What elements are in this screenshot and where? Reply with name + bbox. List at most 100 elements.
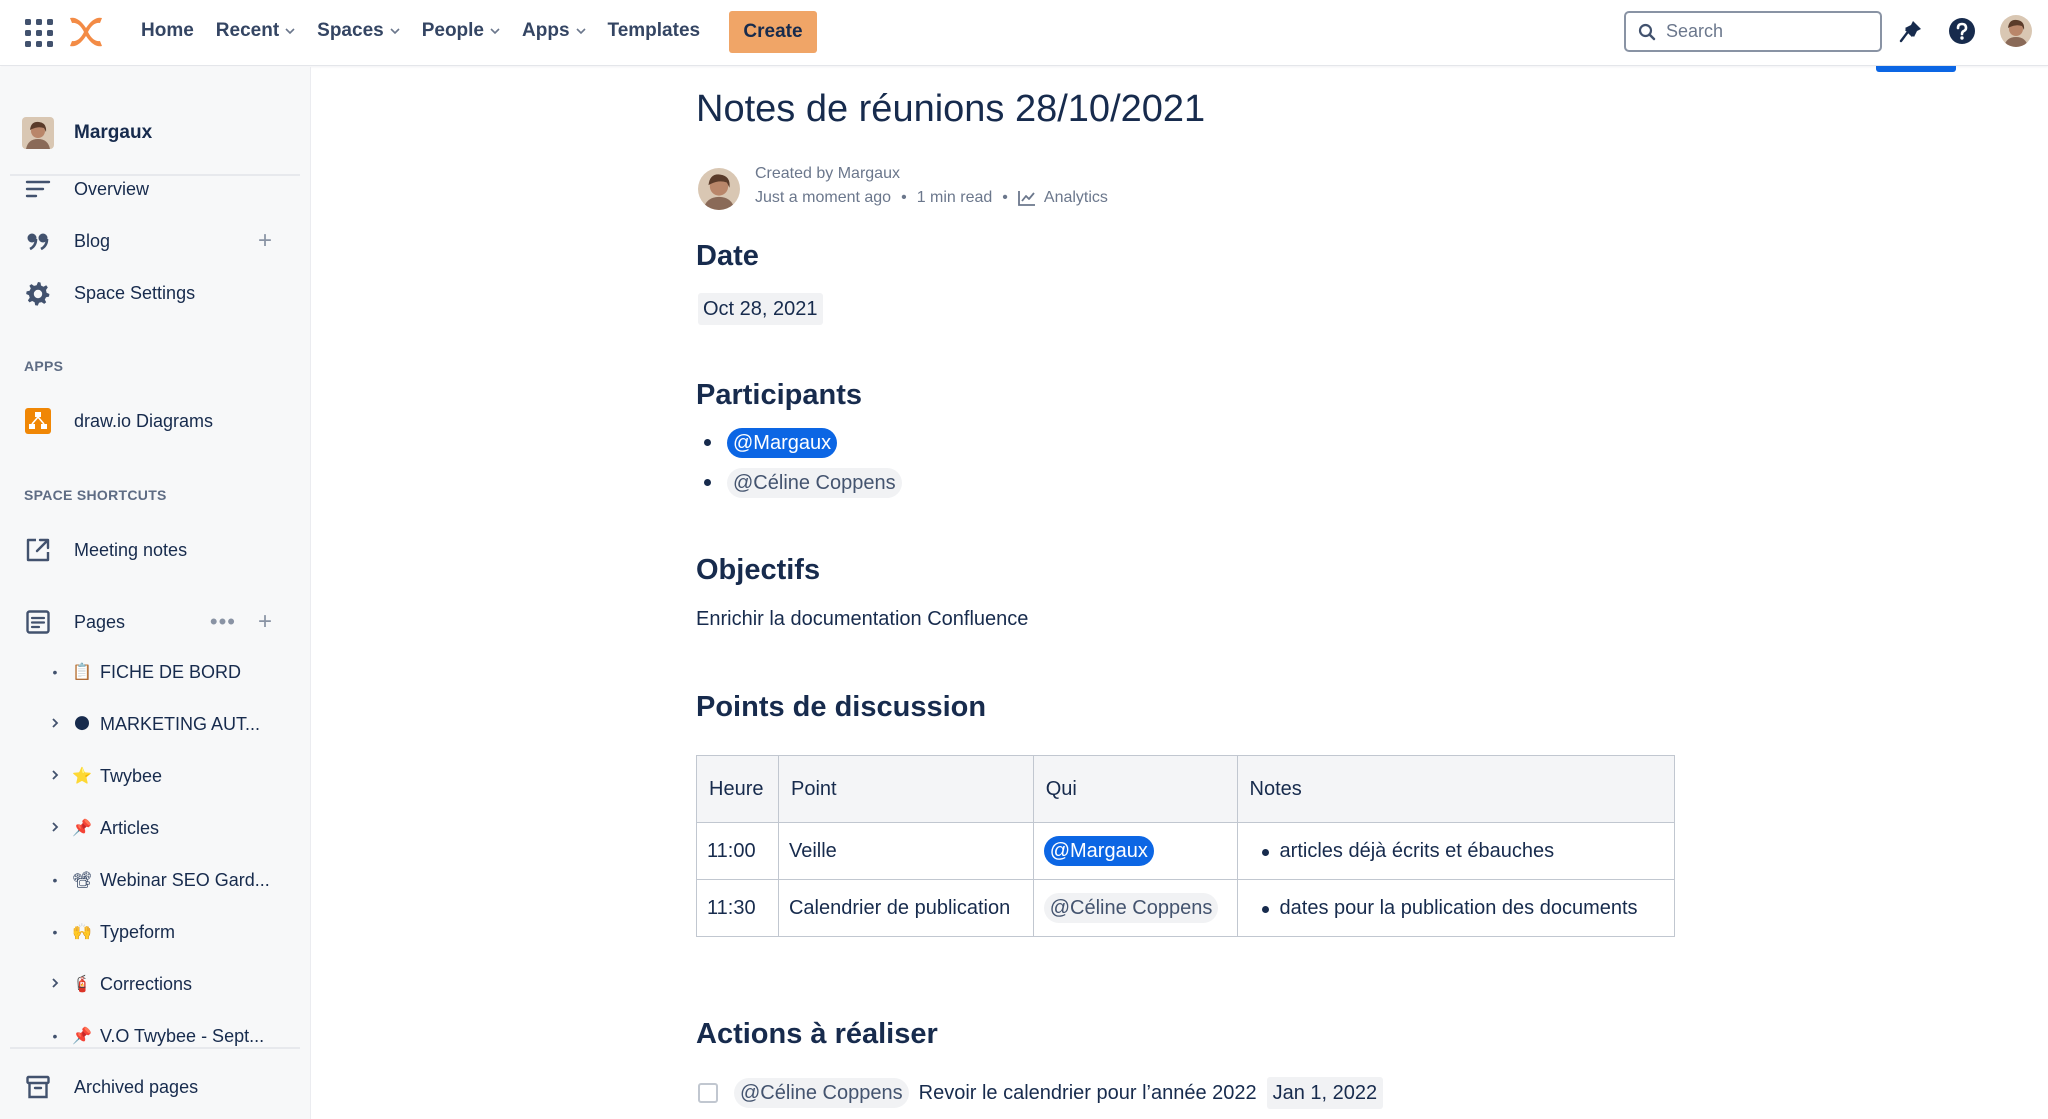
sidebar-item-label: Meeting notes — [74, 539, 188, 560]
analytics-link[interactable]: Analytics — [1017, 189, 1108, 207]
user-mention[interactable]: @Céline Coppens — [1043, 893, 1219, 923]
chevron-right-icon[interactable] — [48, 768, 62, 784]
space-shortcuts-heading: SPACE SHORTCUTS — [24, 487, 167, 503]
page-tree-item[interactable]: 🧯 Corrections — [40, 964, 300, 1004]
sidebar-item-blog[interactable]: Blog + — [10, 219, 300, 263]
sidebar-item-label: Blog — [74, 230, 111, 251]
table-row: 11:30 Calendrier de publication @Céline … — [696, 879, 1676, 937]
search-input[interactable] — [1666, 21, 1856, 42]
pushpin-emoji-icon: 📌 — [72, 820, 92, 837]
sidebar-item-pages[interactable]: Pages ••• + — [10, 600, 300, 644]
user-mention[interactable]: @Céline Coppens — [734, 1078, 909, 1108]
chevron-down-icon — [390, 28, 400, 35]
nav-recent[interactable]: Recent — [205, 9, 306, 53]
last-updated-time: Just a moment ago — [755, 189, 892, 206]
user-mention-self[interactable]: @Margaux — [727, 428, 838, 458]
nav-people[interactable]: People — [411, 9, 511, 53]
bullet-marker: • — [52, 1028, 58, 1044]
add-page-plus-icon[interactable]: + — [254, 608, 276, 635]
more-actions-icon[interactable]: ••• — [210, 609, 236, 635]
pages-icon — [24, 608, 52, 636]
sidebar-item-space-settings[interactable]: Space Settings — [10, 271, 300, 315]
page-tree-label: Twybee — [100, 765, 163, 786]
table-cell-time: 11:00 — [696, 822, 779, 880]
confluence-logo[interactable] — [66, 12, 106, 52]
table-cell-who: @Céline Coppens — [1032, 879, 1238, 937]
user-avatar[interactable] — [2000, 15, 2032, 47]
read-time: 1 min read — [916, 189, 993, 206]
separator-dot: • — [1002, 189, 1008, 206]
page-tree-item[interactable]: • 📌 V.O Twybee - Sept... — [40, 1016, 300, 1056]
sidebar-item-archived-pages[interactable]: Archived pages — [10, 1065, 300, 1109]
sidebar-divider — [10, 1047, 300, 1049]
task-text: Revoir le calendrier pour l’année 2022 — [918, 1081, 1257, 1104]
chevron-down-icon — [575, 28, 586, 35]
primary-nav: Home Recent Spaces People Apps Templates — [130, 0, 711, 62]
help-icon[interactable] — [1946, 15, 1978, 47]
table-header-row: Heure Point Qui Notes — [696, 755, 1676, 823]
page-tree-item[interactable]: 🌑 MARKETING AUT... — [40, 704, 300, 744]
page-tree-item[interactable]: • 🙌 Typeform — [40, 912, 300, 952]
page-tree-label: Typeform — [100, 921, 176, 942]
list-bullet — [704, 479, 711, 486]
page-tree-item[interactable]: 📌 Articles — [40, 808, 300, 848]
chevron-down-icon — [490, 28, 500, 35]
chevron-right-icon[interactable] — [48, 820, 62, 836]
space-avatar — [22, 117, 54, 149]
bullet-marker: • — [52, 664, 58, 680]
archive-icon — [24, 1073, 52, 1101]
section-heading-discussion: Points de discussion — [696, 691, 987, 723]
sidebar-item-drawio[interactable]: draw.io Diagrams — [10, 399, 300, 443]
nav-home[interactable]: Home — [130, 9, 205, 53]
page-tree-item[interactable]: • 📋 FICHE DE BORD — [40, 652, 300, 692]
nav-apps[interactable]: Apps — [511, 9, 597, 53]
page-tree-item[interactable]: ⭐ Twybee — [40, 756, 300, 796]
drawio-icon — [24, 407, 52, 435]
chevron-right-icon[interactable] — [48, 716, 62, 732]
table-cell-time: 11:30 — [696, 879, 779, 937]
create-button[interactable]: Create — [729, 11, 817, 53]
page-tree-label: V.O Twybee - Sept... — [100, 1025, 265, 1046]
blog-quote-icon — [24, 227, 52, 255]
fire-extinguisher-emoji-icon: 🧯 — [72, 976, 92, 993]
task-checkbox[interactable] — [698, 1083, 718, 1103]
sidebar-item-overview[interactable]: Overview — [10, 167, 300, 211]
page-tree-label: Articles — [100, 817, 160, 838]
space-sidebar: Margaux Overview Blog + Space Settings A… — [0, 67, 311, 1119]
chevron-down-icon — [285, 28, 295, 35]
list-bullet — [704, 439, 711, 446]
column-header: Heure — [696, 755, 779, 823]
page-metadata: Just a moment ago • 1 min read • Analyti… — [755, 189, 1108, 207]
space-header[interactable]: Margaux — [22, 117, 152, 149]
column-header: Point — [777, 755, 1034, 823]
table-cell-who: @Margaux — [1032, 822, 1238, 880]
search-box[interactable] — [1624, 11, 1882, 52]
user-mention[interactable]: @Céline Coppens — [727, 468, 902, 498]
bullet-marker: • — [52, 924, 58, 940]
column-header: Qui — [1032, 755, 1238, 823]
apps-section-heading: APPS — [24, 358, 64, 374]
table-cell-point: Calendrier de publication — [777, 879, 1034, 937]
date-lozenge[interactable]: Oct 28, 2021 — [698, 293, 823, 325]
nav-spaces[interactable]: Spaces — [306, 9, 411, 53]
nav-templates[interactable]: Templates — [597, 9, 712, 53]
analytics-icon — [1017, 191, 1035, 206]
notifications-icon[interactable] — [1895, 15, 1927, 47]
app-switcher-icon[interactable] — [25, 19, 53, 47]
overview-icon — [24, 175, 52, 203]
section-heading-participants: Participants — [696, 379, 862, 411]
star-emoji-icon: ⭐ — [72, 768, 92, 785]
sidebar-item-label: Overview — [74, 178, 150, 199]
author-avatar[interactable] — [698, 168, 740, 210]
created-by-text: Created by Margaux — [755, 165, 900, 182]
add-blog-plus-icon[interactable]: + — [254, 227, 276, 254]
due-date-lozenge[interactable]: Jan 1, 2022 — [1266, 1077, 1384, 1109]
clipboard-emoji-icon: 📋 — [72, 664, 92, 681]
chevron-right-icon[interactable] — [48, 976, 62, 992]
active-tab-indicator — [1876, 66, 1956, 72]
sidebar-item-meeting-notes[interactable]: Meeting notes — [10, 528, 300, 572]
user-mention-self[interactable]: @Margaux — [1043, 836, 1154, 866]
page-tree-item[interactable]: • 📽 Webinar SEO Gard... — [40, 860, 300, 900]
space-name: Margaux — [74, 122, 153, 143]
top-navigation-bar: Home Recent Spaces People Apps Templates… — [0, 0, 2048, 66]
